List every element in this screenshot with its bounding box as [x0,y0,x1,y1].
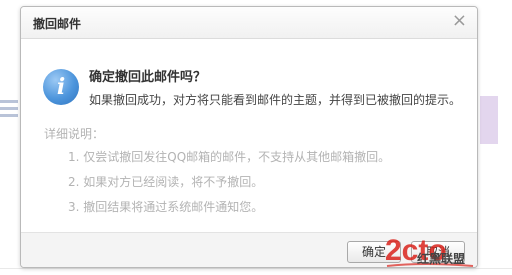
dialog-titlebar: 撤回邮件 × [21,7,477,39]
detail-item: 1. 仅尝试撤回发往QQ邮箱的邮件，不支持从其他邮箱撤回。 [68,150,391,164]
background-text-lines [0,96,18,124]
confirm-heading: 确定撤回此邮件吗？ [89,70,207,85]
background-highlight [480,96,498,144]
detail-item: 2. 如果对方已经阅读，将不予撤回。 [68,175,264,189]
dialog-title: 撤回邮件 [33,17,82,31]
close-icon[interactable]: × [452,12,467,30]
detail-item: 3. 撤回结果将通过系统邮件通知您。 [68,200,264,214]
details-label: 详细说明： [44,127,105,141]
watermark: 2cto 红黑联盟 [383,232,511,272]
info-icon: i [43,69,79,105]
recall-mail-dialog: 撤回邮件 × i 确定撤回此邮件吗？ 如果撤回成功，对方将只能看到邮件的主题，并… [20,6,478,268]
recall-message: 如果撤回成功，对方将只能看到邮件的主题，并得到已被撤回的提示。 [89,93,462,107]
watermark-text: 红黑联盟 [417,252,466,266]
